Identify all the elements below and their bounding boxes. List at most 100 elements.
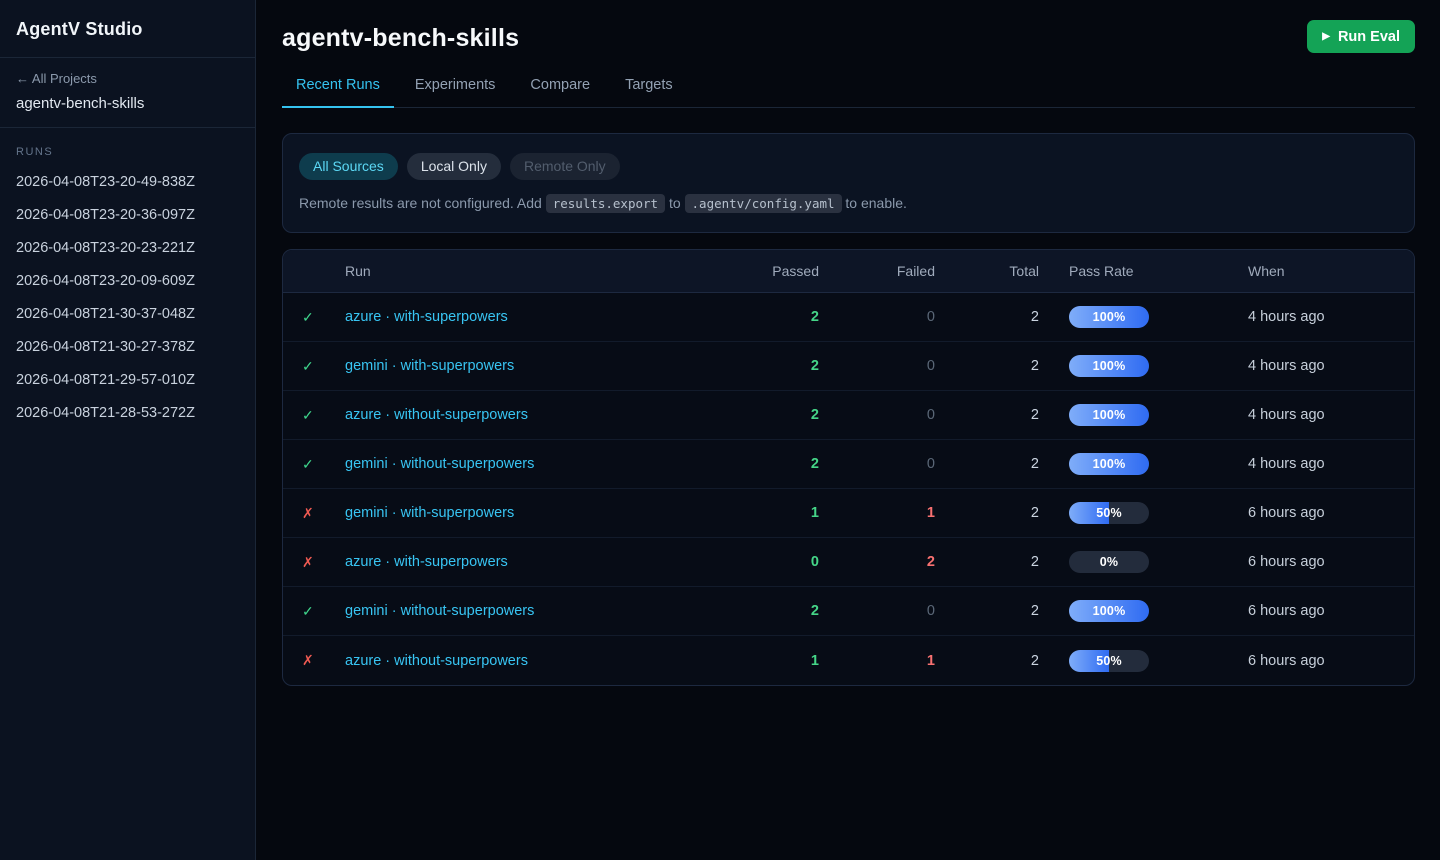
table-row: ✓azure · with-superpowers 202 100% 4 hours … bbox=[283, 293, 1414, 342]
sidebar-run-item[interactable]: 2026-04-08T21-30-27-378Z bbox=[0, 331, 255, 364]
when-cell: 4 hours ago bbox=[1248, 358, 1414, 374]
total-cell: 2 bbox=[935, 603, 1039, 619]
table-header-row: RunPassedFailedTotalPass RateWhen bbox=[283, 250, 1414, 293]
pass-rate-pill: 0% bbox=[1069, 551, 1149, 573]
tab-targets[interactable]: Targets bbox=[611, 77, 687, 108]
sidebar-project-name: agentv-bench-skills bbox=[16, 95, 239, 112]
when-cell: 4 hours ago bbox=[1248, 407, 1414, 423]
run-link[interactable]: gemini · without-superpowers bbox=[345, 456, 534, 472]
passed-cell: 2 bbox=[709, 456, 819, 472]
pass-icon: ✓ bbox=[283, 456, 345, 473]
pass-rate-label: 100% bbox=[1069, 600, 1149, 622]
pass-icon: ✓ bbox=[283, 309, 345, 326]
passed-cell: 1 bbox=[709, 505, 819, 521]
failed-cell: 1 bbox=[819, 653, 935, 669]
when-cell: 4 hours ago bbox=[1248, 456, 1414, 472]
run-link[interactable]: gemini · without-superpowers bbox=[345, 603, 534, 619]
when-cell: 6 hours ago bbox=[1248, 653, 1414, 669]
note-suffix: to enable. bbox=[842, 195, 907, 211]
sidebar-run-item[interactable]: 2026-04-08T21-29-57-010Z bbox=[0, 364, 255, 397]
table-body: ✓azure · with-superpowers202100%4 hours … bbox=[283, 293, 1414, 685]
app-title: AgentV Studio bbox=[0, 0, 255, 58]
failed-cell: 0 bbox=[819, 309, 935, 325]
pass-rate-pill: 100% bbox=[1069, 600, 1149, 622]
pass-rate-label: 50% bbox=[1069, 650, 1149, 672]
tab-recent-runs[interactable]: Recent Runs bbox=[282, 77, 394, 108]
when-cell: 6 hours ago bbox=[1248, 603, 1414, 619]
tab-experiments[interactable]: Experiments bbox=[401, 77, 510, 108]
pass-rate-pill: 100% bbox=[1069, 355, 1149, 377]
failed-cell: 0 bbox=[819, 456, 935, 472]
table-row: ✗azure · without-superpowers11250%6 hour… bbox=[283, 636, 1414, 685]
table-row: ✓azure · without-superpowers202100%4 hou… bbox=[283, 391, 1414, 440]
note-middle: to bbox=[665, 195, 684, 211]
run-link[interactable]: azure · with-superpowers bbox=[345, 309, 508, 325]
total-cell: 2 bbox=[935, 309, 1039, 325]
run-link[interactable]: azure · without-superpowers bbox=[345, 653, 528, 669]
chip-local-only[interactable]: Local Only bbox=[407, 153, 501, 180]
failed-cell: 0 bbox=[819, 407, 935, 423]
page-title: agentv-bench-skills bbox=[282, 24, 519, 53]
when-cell: 4 hours ago bbox=[1248, 309, 1414, 325]
sidebar-run-item[interactable]: 2026-04-08T23-20-09-609Z bbox=[0, 265, 255, 298]
passed-cell: 1 bbox=[709, 653, 819, 669]
table-row: ✗gemini · with-superpowers11250%6 hours … bbox=[283, 489, 1414, 538]
main-header: agentv-bench-skills ▶ Run Eval bbox=[282, 20, 1415, 53]
code-config-yaml: .agentv/config.yaml bbox=[685, 194, 842, 213]
runs-section-label: RUNS bbox=[0, 128, 255, 166]
pass-rate-label: 100% bbox=[1069, 306, 1149, 328]
sidebar: AgentV Studio ← All Projects agentv-benc… bbox=[0, 0, 256, 860]
pass-rate-pill: 50% bbox=[1069, 650, 1149, 672]
all-projects-link[interactable]: ← All Projects bbox=[16, 71, 239, 86]
total-cell: 2 bbox=[935, 456, 1039, 472]
source-filter-panel: All Sources Local Only Remote Only Remote … bbox=[282, 133, 1415, 233]
passed-cell: 2 bbox=[709, 603, 819, 619]
pass-rate-label: 100% bbox=[1069, 404, 1149, 426]
sidebar-run-item[interactable]: 2026-04-08T23-20-23-221Z bbox=[0, 232, 255, 265]
runs-list: 2026-04-08T23-20-49-838Z2026-04-08T23-20… bbox=[0, 166, 255, 430]
sidebar-run-item[interactable]: 2026-04-08T21-28-53-272Z bbox=[0, 397, 255, 430]
column-header-pass-rate: Pass Rate bbox=[1039, 263, 1248, 279]
passed-cell: 2 bbox=[709, 358, 819, 374]
pass-rate-label: 0% bbox=[1069, 551, 1149, 573]
tab-compare[interactable]: Compare bbox=[516, 77, 604, 108]
pass-icon: ✓ bbox=[283, 358, 345, 375]
chip-remote-only: Remote Only bbox=[510, 153, 620, 180]
run-link[interactable]: gemini · with-superpowers bbox=[345, 505, 514, 521]
sidebar-project-section: ← All Projects agentv-bench-skills bbox=[0, 58, 255, 128]
table-row: ✓gemini · with-superpowers202100%4 hours… bbox=[283, 342, 1414, 391]
run-eval-label: Run Eval bbox=[1338, 29, 1400, 45]
column-header-failed: Failed bbox=[819, 263, 935, 279]
source-filter-chips: All Sources Local Only Remote Only bbox=[299, 153, 1398, 180]
column-header-total: Total bbox=[935, 263, 1039, 279]
fail-icon: ✗ bbox=[283, 554, 345, 571]
chip-all-sources[interactable]: All Sources bbox=[299, 153, 398, 180]
failed-cell: 0 bbox=[819, 358, 935, 374]
failed-cell: 0 bbox=[819, 603, 935, 619]
sidebar-run-item[interactable]: 2026-04-08T23-20-49-838Z bbox=[0, 166, 255, 199]
tab-bar: Recent RunsExperimentsCompareTargets bbox=[282, 77, 1415, 108]
sidebar-run-item[interactable]: 2026-04-08T21-30-37-048Z bbox=[0, 298, 255, 331]
pass-rate-label: 100% bbox=[1069, 355, 1149, 377]
pass-icon: ✓ bbox=[283, 407, 345, 424]
table-row: ✓gemini · without-superpowers 202 100% 4 ho… bbox=[283, 440, 1414, 489]
code-results-export: results.export bbox=[546, 194, 665, 213]
column-header-run: Run bbox=[345, 263, 709, 279]
total-cell: 2 bbox=[935, 407, 1039, 423]
main-content: agentv-bench-skills ▶ Run Eval Recent Ru… bbox=[256, 0, 1440, 860]
failed-cell: 1 bbox=[819, 505, 935, 521]
passed-cell: 2 bbox=[709, 309, 819, 325]
run-link[interactable]: gemini · with-superpowers bbox=[345, 358, 514, 374]
total-cell: 2 bbox=[935, 505, 1039, 521]
run-link[interactable]: azure · without-superpowers bbox=[345, 407, 528, 423]
pass-rate-pill: 50% bbox=[1069, 502, 1149, 524]
table-row: ✓gemini · without-superpowers202100%6 ho… bbox=[283, 587, 1414, 636]
runs-table: RunPassedFailedTotalPass RateWhen ✓azure… bbox=[282, 249, 1415, 686]
pass-rate-label: 100% bbox=[1069, 453, 1149, 475]
sidebar-run-item[interactable]: 2026-04-08T23-20-36-097Z bbox=[0, 199, 255, 232]
run-link[interactable]: azure · with-superpowers bbox=[345, 554, 508, 570]
passed-cell: 0 bbox=[709, 554, 819, 570]
play-icon: ▶ bbox=[1322, 32, 1330, 42]
run-eval-button[interactable]: ▶ Run Eval bbox=[1307, 20, 1415, 53]
when-cell: 6 hours ago bbox=[1248, 554, 1414, 570]
